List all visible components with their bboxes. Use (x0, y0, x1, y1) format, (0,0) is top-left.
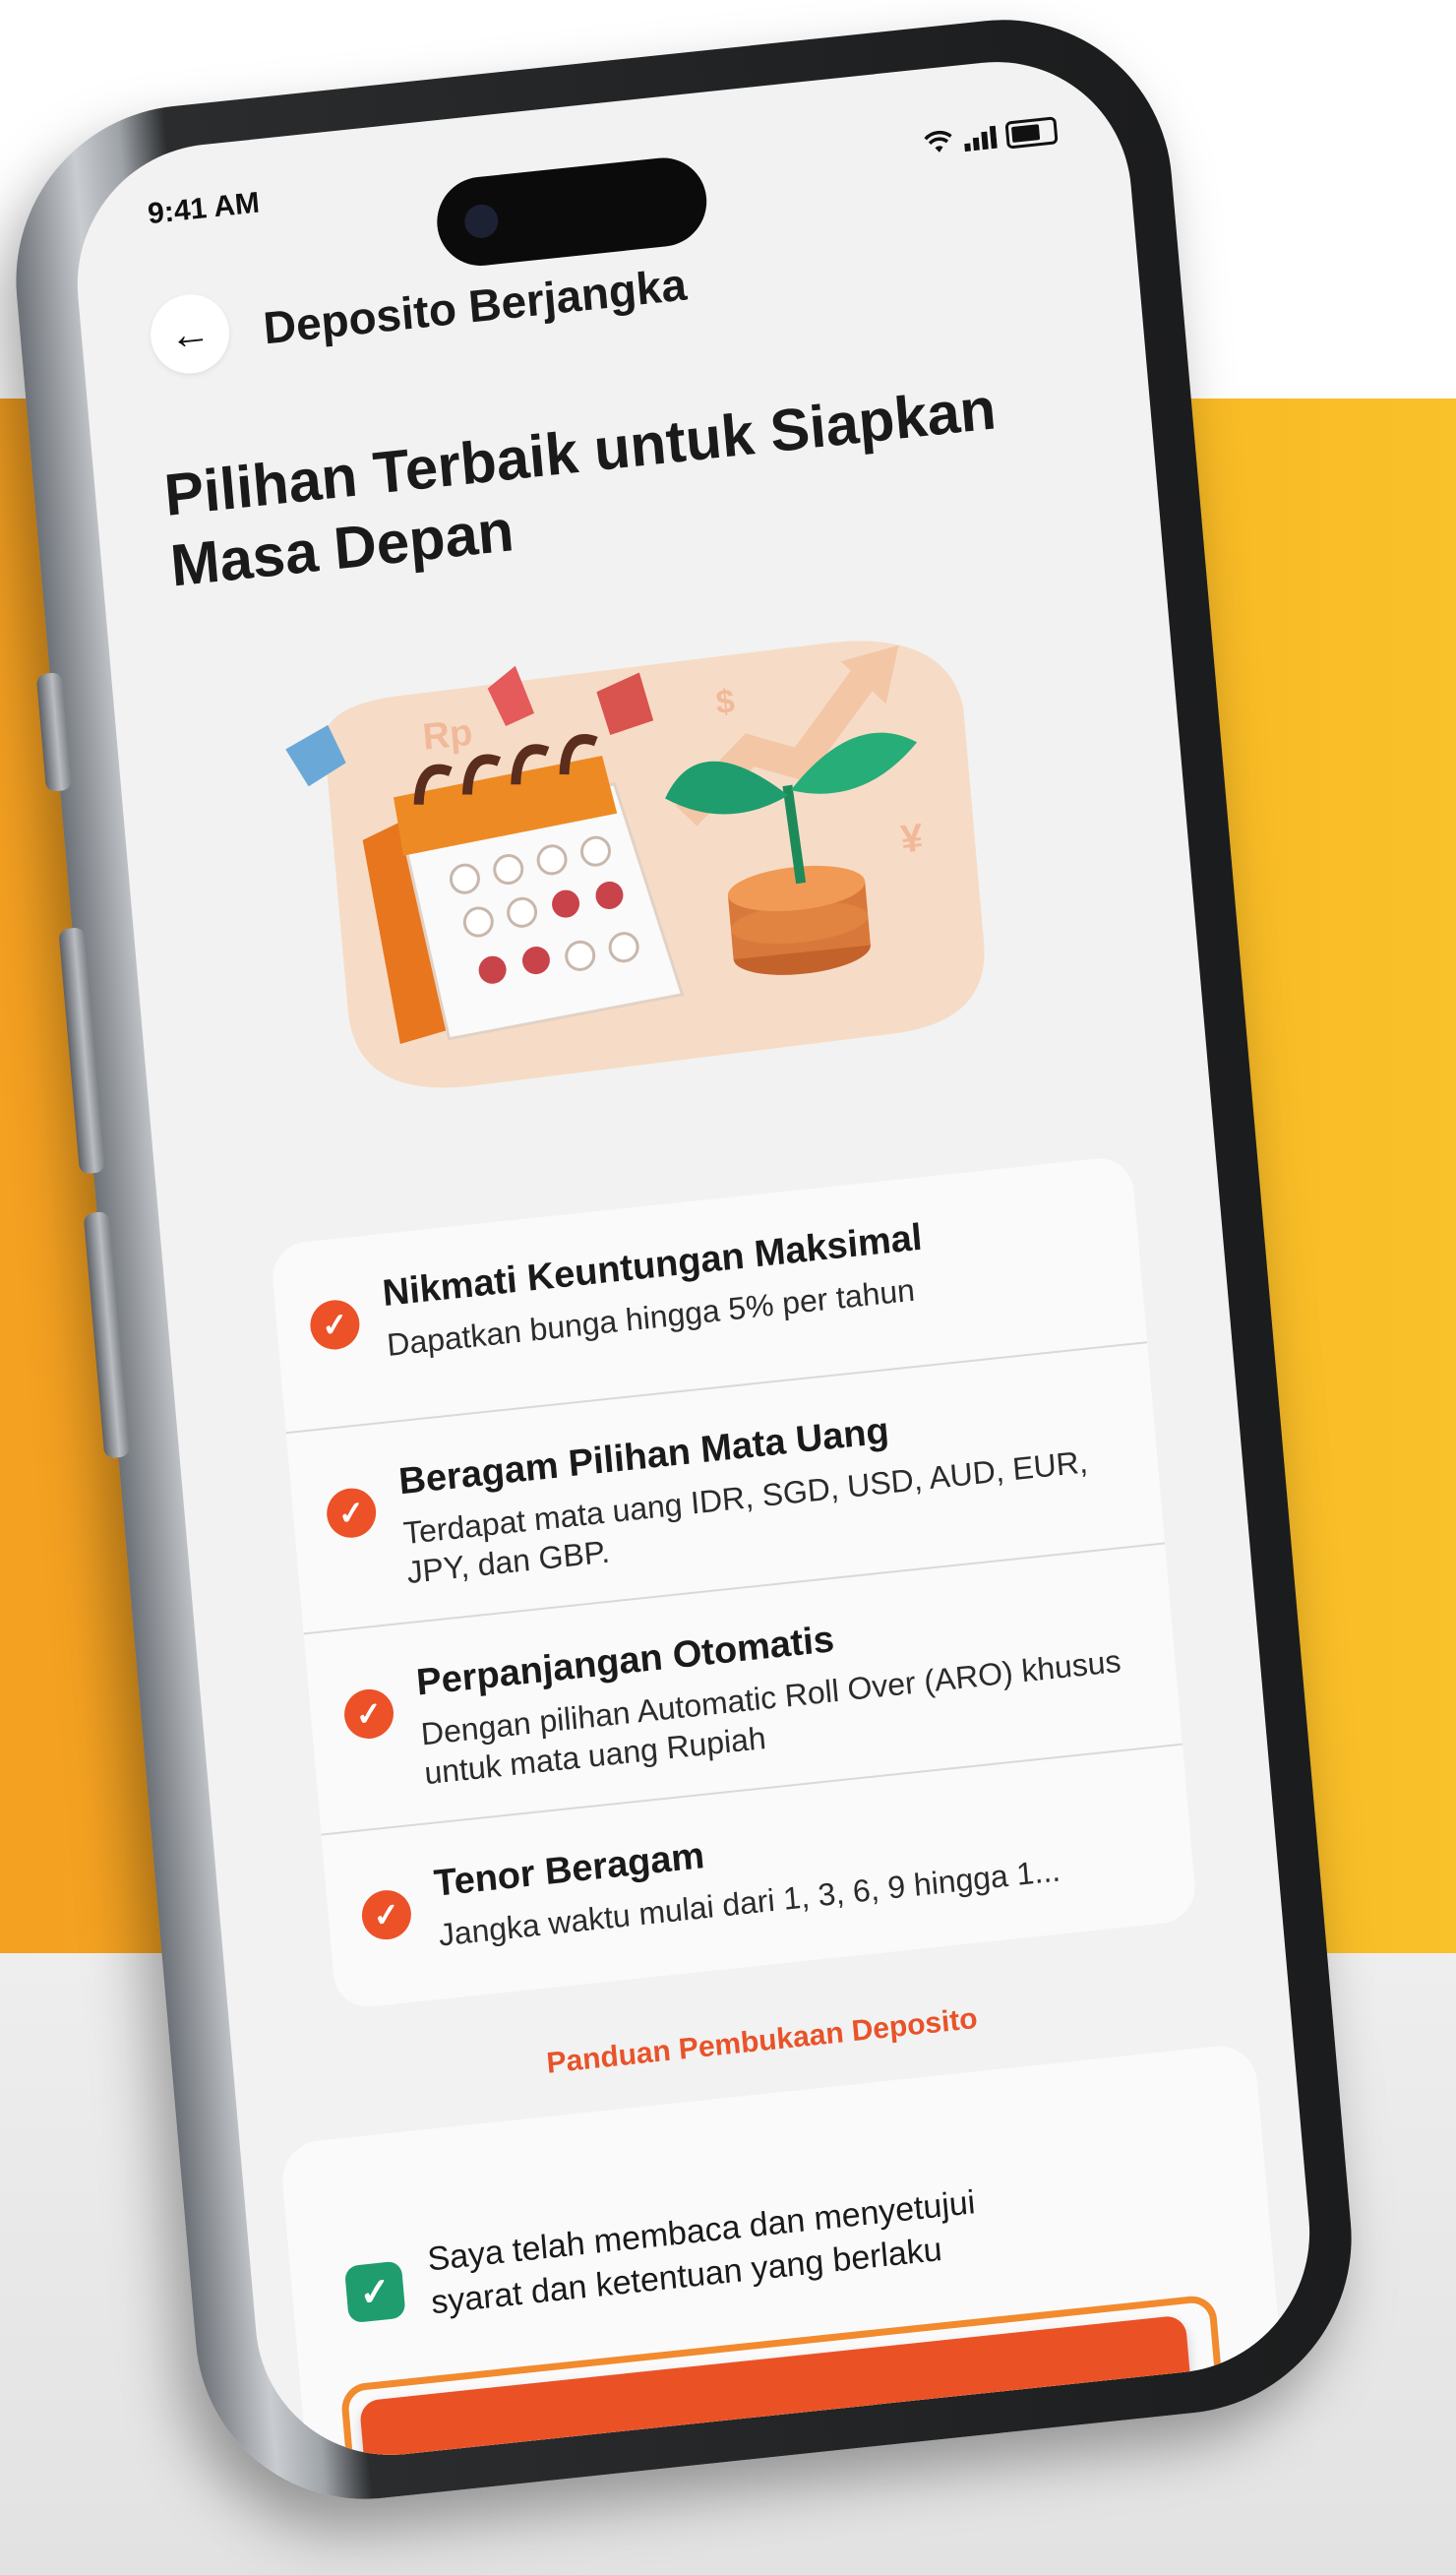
rupiah-symbol: Rp (421, 712, 474, 759)
back-button[interactable]: ← (147, 290, 233, 378)
dynamic-island (433, 153, 710, 271)
calendar-plant-coins-illustration: Rp $ ¥ (285, 641, 985, 1088)
page-title: Deposito Berjangka (261, 258, 689, 354)
signal-icon (964, 125, 998, 153)
check-icon: ✓ (341, 1686, 396, 1742)
yen-symbol: ¥ (899, 816, 926, 861)
checkmark-icon: ✓ (357, 2270, 393, 2315)
check-icon: ✓ (325, 1486, 379, 1541)
agreement-checkbox[interactable]: ✓ (343, 2260, 406, 2324)
wifi-icon (924, 130, 952, 153)
hero-title: Pilihan Terbaik untuk Siapkan Masa Depan (161, 375, 999, 599)
arrow-left-icon: ← (167, 308, 213, 359)
check-icon: ✓ (308, 1297, 362, 1352)
agreement-text: Saya telah membaca dan menyetujui syarat… (425, 2183, 977, 2322)
check-icon: ✓ (359, 1887, 413, 1942)
dollar-symbol: $ (714, 683, 736, 722)
status-icons (923, 116, 1059, 157)
status-time: 9:41 AM (146, 186, 262, 231)
benefits-card: ✓ Nikmati Keuntungan Maksimal Dapatkan b… (270, 1154, 1198, 2010)
app-screen: 9:41 AM ← Deposito Berjangka Pilihan Ter… (66, 48, 1321, 2469)
battery-icon (1004, 116, 1059, 150)
phone-mockup: 9:41 AM ← Deposito Berjangka Pilihan Ter… (1, 2, 1366, 2517)
